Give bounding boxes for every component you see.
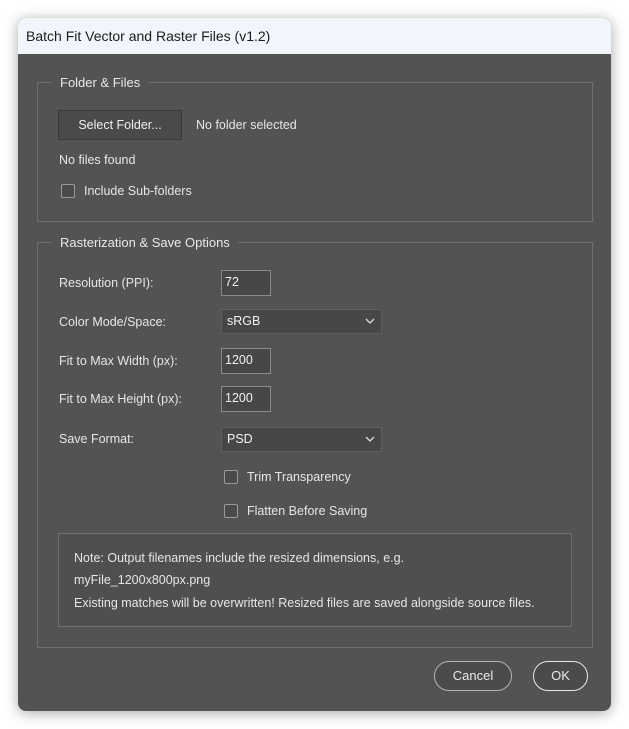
chevron-down-icon <box>365 436 375 442</box>
folder-files-legend: Folder & Files <box>52 75 149 91</box>
max-height-input[interactable]: 1200 <box>221 386 271 412</box>
resolution-label: Resolution (PPI): <box>59 276 154 290</box>
select-folder-button[interactable]: Select Folder... <box>58 110 182 140</box>
include-subfolders-label[interactable]: Include Sub-folders <box>84 183 192 199</box>
note-line-2: myFile_1200x800px.png <box>74 573 211 587</box>
note-line-1: Note: Output filenames include the resiz… <box>74 551 405 565</box>
save-format-select[interactable]: PSD <box>221 427 382 452</box>
save-format-label: Save Format: <box>59 432 135 446</box>
files-status-text: No files found <box>59 153 136 167</box>
ok-button[interactable]: OK <box>533 661 588 691</box>
folder-status-text: No folder selected <box>196 118 297 132</box>
color-mode-label: Color Mode/Space: <box>59 315 167 329</box>
flatten-before-saving-checkbox[interactable] <box>224 504 238 518</box>
title-bar: Batch Fit Vector and Raster Files (v1.2) <box>18 18 611 54</box>
resolution-input[interactable]: 72 <box>221 270 271 296</box>
options-legend: Rasterization & Save Options <box>52 235 238 251</box>
cancel-button[interactable]: Cancel <box>434 661 512 691</box>
save-format-value: PSD <box>227 432 253 446</box>
note-line-3: Existing matches will be overwritten! Re… <box>74 596 535 610</box>
window-title: Batch Fit Vector and Raster Files (v1.2) <box>26 28 271 44</box>
trim-transparency-label[interactable]: Trim Transparency <box>247 469 351 485</box>
color-mode-select[interactable]: sRGB <box>221 309 382 334</box>
trim-transparency-checkbox[interactable] <box>224 470 238 484</box>
max-height-label: Fit to Max Height (px): <box>59 392 182 406</box>
note-box: Note: Output filenames include the resiz… <box>58 533 572 627</box>
color-mode-value: sRGB <box>227 314 261 328</box>
max-width-label: Fit to Max Width (px): <box>59 354 178 368</box>
dialog-window: Batch Fit Vector and Raster Files (v1.2)… <box>18 18 611 711</box>
chevron-down-icon <box>365 318 375 324</box>
flatten-before-saving-label[interactable]: Flatten Before Saving <box>247 503 367 519</box>
include-subfolders-checkbox[interactable] <box>61 184 75 198</box>
max-width-input[interactable]: 1200 <box>221 348 271 374</box>
